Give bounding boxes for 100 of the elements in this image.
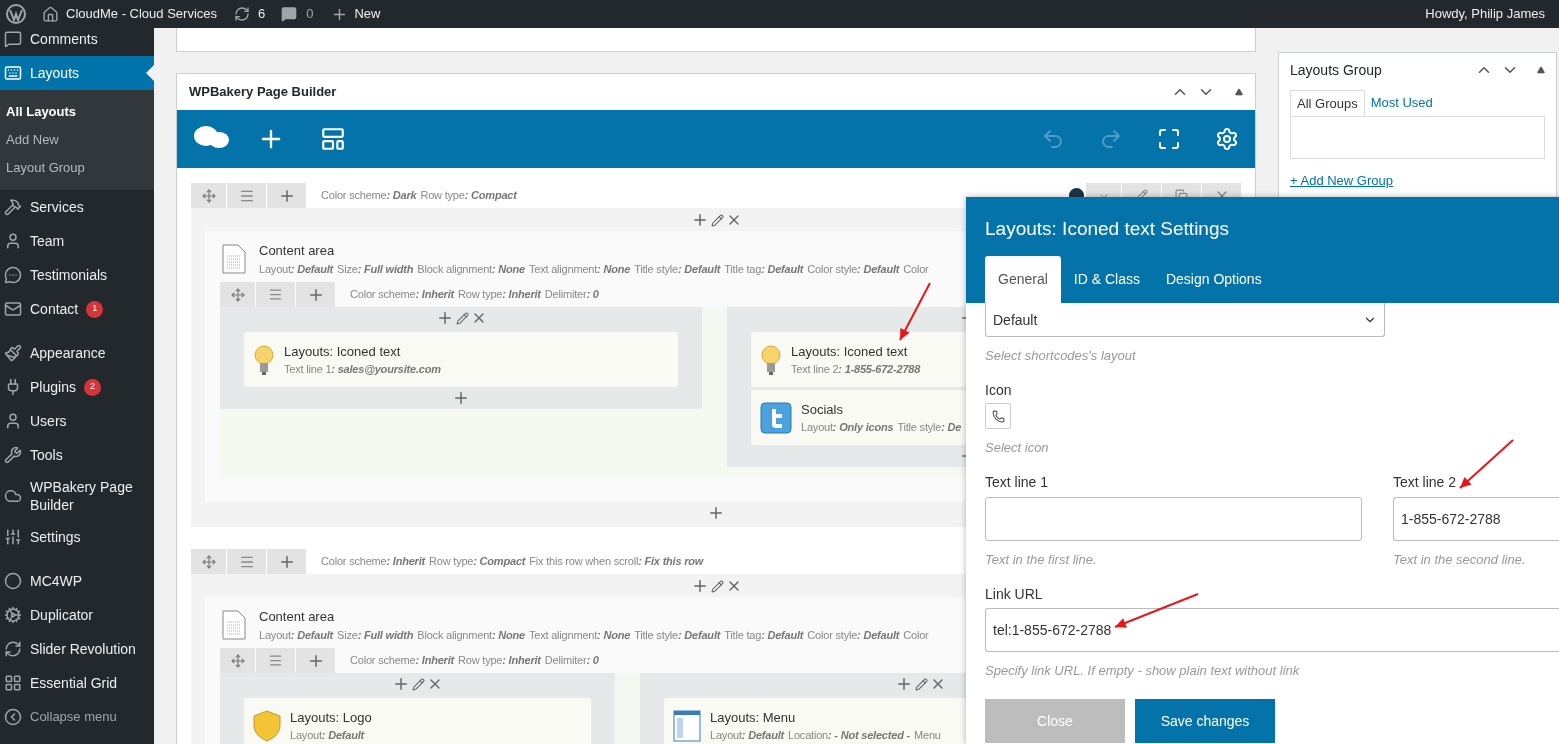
sidebar-item[interactable]: Settings — [0, 520, 154, 554]
tab[interactable]: General — [985, 256, 1061, 303]
layout-select[interactable]: Default — [985, 303, 1385, 337]
add-button[interactable] — [267, 183, 306, 208]
comments-count[interactable]: 0 — [306, 4, 314, 24]
field-label: Icon — [985, 382, 1012, 398]
sidebar-item[interactable]: WPBakery Page Builder — [0, 472, 154, 520]
element-title: Layouts: Iconed text — [791, 342, 909, 361]
sidebar-item[interactable]: Contact 1 — [0, 292, 154, 326]
site-link[interactable]: CloudMe - Cloud Services — [66, 4, 217, 24]
comment-icon[interactable] — [281, 6, 298, 22]
meta-text: Color style: Default — [807, 627, 900, 643]
move-handle[interactable] — [220, 282, 255, 307]
element-card[interactable]: Socials Layout: Only icons Title style: De — [751, 390, 966, 445]
submenu-item[interactable]: Add New — [0, 126, 154, 154]
dialog-title: Layouts: Iconed text Settings — [985, 217, 1230, 241]
meta-text: Color scheme: Inherit — [350, 653, 454, 669]
add-icon[interactable] — [392, 675, 410, 693]
sidebar-item[interactable]: Essential Grid — [0, 666, 154, 700]
sidebar-item[interactable]: Testimonials — [0, 258, 154, 292]
comment-icon — [4, 30, 22, 48]
input-field[interactable]: 1-855-672-2788 — [1393, 497, 1559, 541]
meta-text: Color — [903, 261, 929, 277]
submenu-item[interactable]: All Layouts — [0, 98, 154, 126]
move-icon — [201, 188, 216, 203]
meta-text: Row type: Compact — [420, 188, 517, 204]
meta-text: Layout: Default — [259, 627, 334, 643]
gear-icon — [4, 606, 22, 624]
refresh-icon — [4, 640, 22, 658]
add-icon[interactable] — [707, 504, 725, 522]
edit-icon[interactable] — [412, 677, 425, 691]
edit-icon[interactable] — [455, 311, 469, 325]
bird-tile-icon — [760, 401, 792, 434]
meta-text: Color scheme: Dark — [321, 188, 417, 204]
move-handle[interactable] — [220, 648, 255, 673]
home-icon[interactable] — [42, 5, 59, 23]
wordpress-logo-icon[interactable] — [6, 4, 26, 24]
window-icon — [673, 709, 701, 742]
mail-icon — [4, 300, 22, 318]
add-button[interactable] — [296, 282, 335, 307]
settings-icon[interactable] — [1215, 127, 1239, 151]
content-title: Content area — [259, 608, 336, 626]
layout-button[interactable] — [227, 549, 266, 574]
meta-text: Size: Full width — [337, 627, 414, 643]
add-button[interactable] — [267, 549, 306, 574]
input-field[interactable] — [985, 497, 1362, 541]
add-group-link[interactable]: + Add New Group — [1290, 171, 1545, 191]
icon-picker[interactable] — [985, 403, 1011, 429]
updates-icon[interactable] — [234, 6, 250, 22]
element-card[interactable]: Layouts: Iconed text Text line 2: 1-855-672-2788 — [751, 332, 966, 387]
sidebar-item[interactable]: MC4WP — [0, 564, 154, 598]
input-field[interactable]: tel:1-855-672-2788 — [985, 608, 1559, 652]
move-handle[interactable] — [191, 549, 226, 574]
sidebar-item[interactable]: Users — [0, 404, 154, 438]
sidebar-item[interactable]: Comments — [0, 28, 154, 56]
sidebar-item[interactable]: Team — [0, 224, 154, 258]
sidebar-item[interactable]: Duplicator — [0, 598, 154, 632]
meta-text: Block alignment: None — [417, 261, 525, 277]
updates-count[interactable]: 6 — [258, 4, 266, 24]
template-icon[interactable] — [320, 126, 346, 152]
element-card[interactable]: Layouts: Iconed text Text line 1: sales@yoursite.com — [244, 332, 678, 387]
sidebar-item[interactable]: Plugins 2 — [0, 370, 154, 404]
element-card[interactable]: Layouts: Menu Layout: Default Location: - Not selected - Menu — [664, 698, 966, 744]
help-text: Specify link URL. If empty - show plain text without link — [985, 663, 1300, 679]
element-card[interactable]: Layouts: Logo Layout: Default — [244, 698, 591, 744]
panel-title: Layouts Group — [1290, 60, 1382, 80]
meta-text: Color scheme: Inherit — [321, 554, 425, 570]
sidebar-item[interactable]: Tools — [0, 438, 154, 472]
edit-icon[interactable] — [710, 579, 724, 593]
save-button[interactable]: Save changes — [1135, 699, 1275, 743]
tab[interactable]: All Groups — [1290, 90, 1365, 116]
collapse-icon[interactable] — [4, 708, 22, 726]
toggle-icon[interactable] — [1235, 88, 1243, 96]
new-link[interactable]: New — [354, 4, 381, 24]
tab[interactable]: Most Used — [1364, 90, 1439, 116]
wrench-icon — [4, 446, 22, 464]
tab[interactable]: Design Options — [1152, 256, 1275, 303]
sidebar-item[interactable]: Services — [0, 190, 154, 224]
fullscreen-icon[interactable] — [1157, 127, 1181, 151]
sidebar-item[interactable]: Layouts — [0, 56, 154, 90]
element-title: Layouts: Logo — [290, 708, 372, 727]
toggle-icon[interactable] — [1537, 66, 1545, 74]
speech-bubble-icon — [4, 266, 22, 284]
annotation-arrow — [899, 282, 931, 341]
greeting-link[interactable]: Howdy, Philip James — [1425, 4, 1545, 24]
add-icon[interactable] — [452, 389, 470, 407]
tab[interactable]: ID & Class — [1060, 256, 1153, 303]
edit-icon[interactable] — [914, 677, 928, 691]
move-handle[interactable] — [191, 183, 226, 208]
move-icon — [230, 653, 245, 668]
sidebar-item[interactable]: Appearance — [0, 336, 154, 370]
meta-text: Row type: Inherit — [458, 287, 541, 303]
layout-button[interactable] — [227, 183, 266, 208]
meta-text: Color — [903, 627, 929, 643]
submenu-item[interactable]: Layout Group — [0, 154, 154, 182]
sidebar-item[interactable]: Slider Revolution — [0, 632, 154, 666]
edit-icon[interactable] — [710, 213, 724, 227]
add-button[interactable] — [296, 648, 335, 673]
collapse-menu[interactable]: Collapse menu — [30, 707, 117, 727]
user-icon — [4, 232, 22, 250]
